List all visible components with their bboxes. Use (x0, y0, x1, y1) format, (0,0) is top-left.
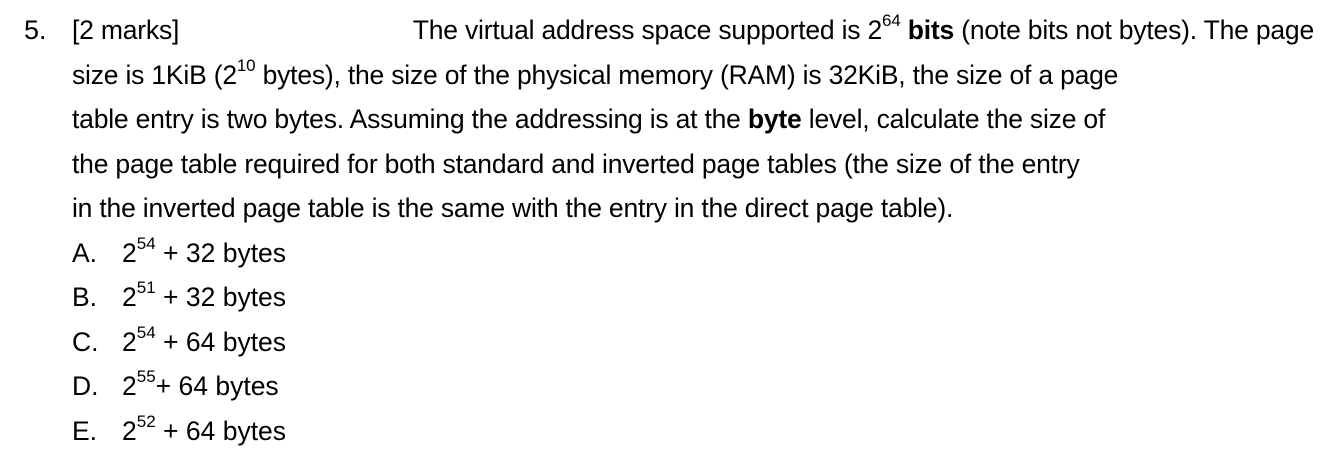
option-e: E. 252 + 64 bytes (72, 409, 1314, 454)
exponent-64: 64 (882, 11, 901, 31)
exponent-10: 10 (236, 55, 256, 75)
bold-byte: byte (747, 104, 802, 134)
answer-options: A. 254 + 32 bytes B. 251 + 32 bytes C. 2… (72, 231, 1314, 454)
option-base: 2 (122, 371, 137, 401)
option-text: 254 + 64 bytes (122, 320, 286, 365)
question-number: 5. (24, 15, 47, 45)
question-line-3: table entry is two bytes. Assuming the a… (72, 97, 1314, 142)
option-exponent: 51 (136, 278, 156, 298)
option-letter: B. (72, 282, 98, 312)
option-letter: D. (72, 371, 99, 401)
question-line-3-text-b: level, calculate the size of (801, 104, 1106, 134)
option-exponent: 55 (136, 367, 156, 387)
option-rest: + 64 bytes (155, 371, 279, 401)
question-line-1-text-a: The virtual address space supported is 2 (412, 15, 883, 45)
option-letter: A. (72, 237, 98, 268)
question-marks: [2 marks] (72, 15, 180, 45)
question-text: [2 marks] The virtual address space supp… (72, 8, 1314, 231)
option-a: A. 254 + 32 bytes (72, 231, 1314, 276)
option-base: 2 (122, 415, 137, 446)
option-rest: + 32 bytes (155, 282, 287, 312)
question-block: 5. [2 marks] The virtual address space s… (24, 8, 1314, 453)
option-rest: + 64 bytes (155, 415, 287, 446)
option-rest: + 32 bytes (155, 237, 287, 268)
bold-bits: bits (907, 15, 955, 45)
option-d: D. 255+ 64 bytes (72, 364, 1314, 409)
question-line-3-text-a: table entry is two bytes. Assuming the a… (72, 104, 748, 134)
option-text: 252 + 64 bytes (122, 409, 286, 454)
question-line-4: the page table required for both standar… (72, 148, 1080, 179)
option-rest: + 64 bytes (155, 326, 287, 357)
question-line-1-text-b: (note bits not bytes). The page (961, 15, 1314, 45)
question-line-2-text-a: size is 1KiB (2 (72, 59, 237, 90)
question-line-1: [2 marks] The virtual address space supp… (72, 8, 1314, 53)
option-text: 254 + 32 bytes (122, 231, 286, 276)
option-exponent: 54 (136, 322, 156, 342)
question-line-2-text-b: bytes), the size of the physical memory … (255, 59, 1119, 90)
option-exponent: 54 (136, 233, 156, 253)
option-c: C. 254 + 64 bytes (72, 320, 1314, 365)
question-line-5: in the inverted page table is the same w… (72, 193, 954, 223)
option-base: 2 (122, 326, 137, 357)
option-text: 251 + 32 bytes (122, 275, 286, 320)
question-line-2: size is 1KiB (210 bytes), the size of th… (72, 53, 1314, 98)
option-base: 2 (122, 282, 137, 312)
option-text: 255+ 64 bytes (122, 364, 279, 409)
option-exponent: 52 (136, 411, 156, 431)
option-letter: C. (72, 326, 99, 357)
option-b: B. 251 + 32 bytes (72, 275, 1314, 320)
option-letter: E. (72, 415, 98, 446)
option-base: 2 (122, 237, 137, 268)
